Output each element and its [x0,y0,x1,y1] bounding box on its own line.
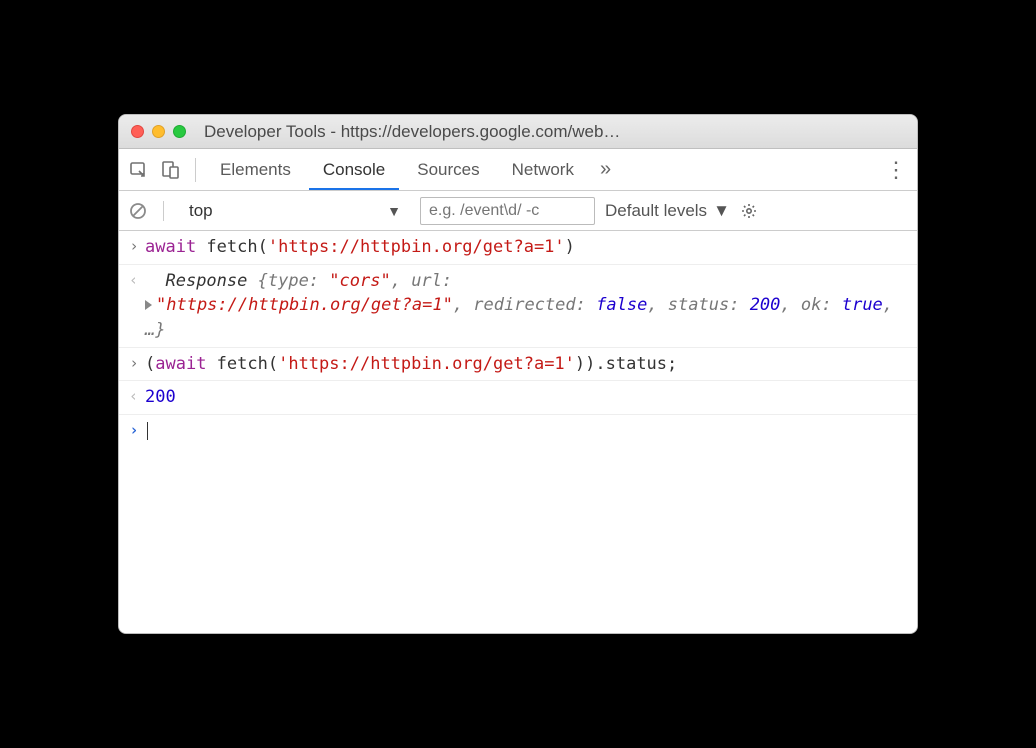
filter-input[interactable] [420,197,595,225]
input-prompt-icon: › [123,235,145,255]
tab-elements[interactable]: Elements [206,150,305,190]
console-output[interactable]: › await fetch('https://httpbin.org/get?a… [119,231,917,633]
expand-object-icon[interactable] [145,300,152,310]
main-toolbar: Elements Console Sources Network » ⋮ [119,149,917,191]
tab-network[interactable]: Network [498,150,588,190]
levels-label: Default levels [605,201,707,221]
code-line: (await fetch('https://httpbin.org/get?a=… [145,352,911,377]
clear-console-icon[interactable] [129,202,147,220]
text-cursor [147,422,148,440]
more-tabs-button[interactable]: » [592,158,619,181]
code-line: await fetch('https://httpbin.org/get?a=1… [145,235,911,260]
filter-separator [163,201,164,221]
chevron-down-icon: ▼ [387,203,401,219]
toolbar-separator [195,158,196,182]
chevron-down-icon: ▼ [713,201,730,221]
console-input-row[interactable]: › await fetch('https://httpbin.org/get?a… [119,231,917,265]
console-output-row[interactable]: › 200 [119,381,917,415]
console-input[interactable] [145,419,911,444]
log-levels-selector[interactable]: Default levels ▼ [605,201,730,221]
input-prompt-icon: › [123,352,145,372]
tab-sources[interactable]: Sources [403,150,493,190]
console-active-prompt[interactable]: › [119,415,917,448]
inspect-element-icon[interactable] [125,156,153,184]
titlebar[interactable]: Developer Tools - https://developers.goo… [119,115,917,149]
execution-context-selector[interactable]: top ▼ [180,196,410,226]
console-settings-icon[interactable] [740,202,758,220]
window-minimize-button[interactable] [152,125,165,138]
window-close-button[interactable] [131,125,144,138]
tab-console[interactable]: Console [309,150,399,190]
console-input-row[interactable]: › (await fetch('https://httpbin.org/get?… [119,348,917,382]
output-prompt-icon: › [123,269,145,289]
code-line: 200 [145,385,911,410]
window-zoom-button[interactable] [173,125,186,138]
console-output-row[interactable]: › Response {type: "cors", url: "https://… [119,265,917,348]
console-filter-bar: top ▼ Default levels ▼ [119,191,917,231]
device-toolbar-icon[interactable] [157,156,185,184]
context-value: top [189,201,213,221]
output-prompt-icon: › [123,385,145,405]
active-prompt-icon: › [123,419,145,439]
overflow-menu-button[interactable]: ⋮ [881,157,911,183]
devtools-window: Developer Tools - https://developers.goo… [118,114,918,634]
window-title: Developer Tools - https://developers.goo… [204,122,905,142]
code-line: Response {type: "cors", url: "https://ht… [145,269,911,343]
panel-tabs: Elements Console Sources Network » [206,150,877,190]
